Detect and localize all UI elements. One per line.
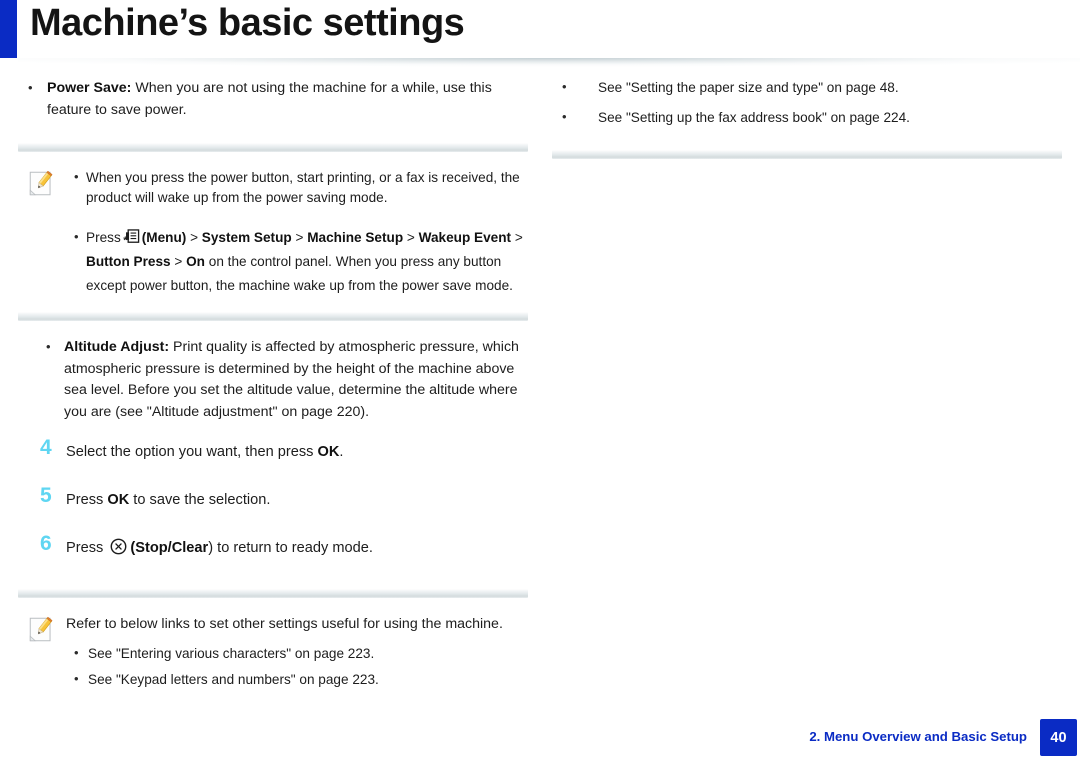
power-save-label: Power Save: (47, 80, 132, 96)
crumb-system-setup: System Setup (201, 230, 292, 245)
footer-page-number: 40 (1050, 729, 1067, 746)
step-4-bold: OK (317, 444, 340, 460)
divider-right-column (552, 150, 1062, 159)
left-column: Power Save: When you are not using the m… (18, 77, 528, 690)
step-5-prefix: Press (66, 492, 108, 508)
divider-below-power-note (18, 312, 528, 321)
right-link-item-1: See "Setting up the fax address book" on… (552, 107, 1062, 128)
menu-label: (Menu) (141, 230, 187, 245)
stop-clear-icon (110, 538, 127, 555)
step-6-suffix: ) to return to ready mode. (208, 540, 373, 556)
step-5-number: 5 (40, 484, 52, 507)
crumb-wakeup-event: Wakeup Event (418, 230, 512, 245)
right-link-item-0: See "Setting the paper size and type" on… (552, 77, 1062, 98)
right-link-item-1-text: See "Setting up the fax address book" on… (598, 110, 910, 125)
note-links-item-1: See "Keypad letters and numbers" on page… (64, 669, 528, 690)
press-word: Press (86, 230, 121, 245)
sep-5: > (170, 254, 187, 269)
step-4: 4 Select the option you want, then press… (18, 437, 528, 471)
sep-3: > (403, 230, 419, 245)
altitude-label: Altitude Adjust: (64, 339, 170, 355)
page-footer: 2. Menu Overview and Basic Setup (0, 718, 1080, 763)
menu-icon: * (123, 229, 139, 246)
crumb-on: On (186, 254, 205, 269)
note-power-press-line: Press * (Menu) > System Setup > Machine … (64, 225, 528, 298)
note-pencil-icon (29, 616, 53, 642)
divider-above-power-note (18, 143, 528, 152)
note-links-item-0-text: See "Entering various characters" on pag… (88, 645, 375, 661)
step-6-number: 6 (40, 532, 52, 555)
header-shadow-divider (18, 58, 1080, 69)
note-power-line-1-text: When you press the power button, start p… (86, 170, 520, 205)
bullet-power-save: Power Save: When you are not using the m… (18, 77, 528, 121)
bullet-altitude-adjust: Altitude Adjust: Print quality is affect… (18, 336, 528, 423)
note-links-intro: Refer to below links to set other settin… (66, 616, 503, 632)
step-6-prefix: Press (66, 540, 108, 556)
note-power-save: When you press the power button, start p… (18, 167, 528, 298)
divider-above-links-note (18, 589, 528, 598)
footer-chapter-label: 2. Menu Overview and Basic Setup (809, 729, 1027, 744)
step-6-bold: Stop/Clear (135, 540, 209, 556)
step-5: 5 Press OK to save the selection. (18, 485, 528, 519)
right-column: See "Setting the paper size and type" on… (552, 77, 1062, 159)
step-5-bold: OK (107, 492, 130, 508)
right-link-item-0-text: See "Setting the paper size and type" on… (598, 80, 899, 95)
step-4-suffix: . (339, 444, 344, 460)
page-title: Machine’s basic settings (30, 2, 465, 44)
step-4-number: 4 (40, 436, 52, 459)
crumb-button-press: Button Press (86, 254, 171, 269)
sep-2: > (291, 230, 308, 245)
step-6: 6 Press (Stop/Clear) to return to ready … (18, 533, 528, 567)
note-related-links: Refer to below links to set other settin… (18, 614, 528, 690)
note-pencil-icon (29, 170, 53, 196)
header-accent-bar (0, 0, 17, 58)
footer-page-box: 40 (1040, 719, 1077, 756)
sep-1: > (186, 230, 202, 245)
note-links-item-1-text: See "Keypad letters and numbers" on page… (88, 671, 379, 687)
note-links-item-0: See "Entering various characters" on pag… (64, 643, 528, 664)
sep-4: > (511, 230, 523, 245)
step-4-prefix: Select the option you want, then press (66, 444, 318, 460)
note-power-line-1: When you press the power button, start p… (64, 167, 528, 208)
page-header: Machine’s basic settings (0, 0, 1080, 58)
crumb-machine-setup: Machine Setup (307, 230, 404, 245)
step-5-suffix: to save the selection. (129, 492, 271, 508)
